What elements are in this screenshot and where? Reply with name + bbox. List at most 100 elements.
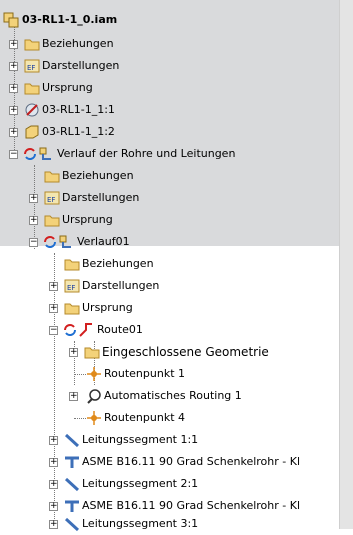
route-update-icon (44, 236, 56, 248)
expand-toggle[interactable]: + (49, 502, 58, 511)
item-label: Ursprung (82, 301, 133, 314)
collapse-toggle[interactable]: − (29, 238, 38, 247)
tree-item-ursprung-2[interactable]: + Ursprung (0, 209, 340, 231)
item-label: Leitungssegment 2:1 (82, 477, 199, 490)
tree-line (74, 374, 86, 375)
tree-item-beziehungen-3[interactable]: Beziehungen (0, 253, 340, 275)
route-point-icon (87, 367, 101, 381)
tree-item-ursprung-3[interactable]: + Ursprung (0, 297, 340, 319)
expand-toggle[interactable]: + (9, 40, 18, 49)
expand-toggle[interactable]: + (9, 62, 18, 71)
item-label: Darstellungen (82, 279, 160, 292)
item-label: 03-RL1-1_1:1 (42, 103, 115, 116)
tree-item-geometrie[interactable]: + Eingeschlossene Geometrie (0, 341, 340, 363)
pipe-segment-icon (64, 517, 80, 532)
item-label: Routenpunkt 4 (104, 411, 186, 424)
collapse-toggle[interactable]: − (9, 150, 18, 159)
tree-item-ursprung[interactable]: + Ursprung (0, 77, 340, 99)
tree-line (74, 418, 86, 419)
folder-icon (64, 303, 80, 315)
tree-item-beziehungen[interactable]: + Beziehungen (0, 33, 340, 55)
folder-icon (44, 215, 60, 227)
suppressed-part-icon (25, 103, 39, 117)
browser-tree: 03-RL1-1_0.iam + Beziehungen + EF Darste… (0, 0, 353, 532)
item-label: 03-RL1-1_1:2 (42, 125, 115, 138)
pipe-segment-icon (64, 477, 80, 492)
route-point-icon (87, 411, 101, 425)
expand-toggle[interactable]: + (29, 216, 38, 225)
tree-item-segment-2[interactable]: + Leitungssegment 2:1 (0, 473, 340, 495)
svg-text:EF: EF (27, 64, 35, 72)
tree-item-routenpunkt-4[interactable]: Routenpunkt 4 (0, 407, 340, 429)
item-label: ASME B16.11 90 Grad Schenkelrohr - Kl (82, 455, 301, 468)
folder-icon (44, 171, 60, 183)
expand-toggle[interactable]: + (49, 282, 58, 291)
tree-item-route01[interactable]: − Route01 (0, 319, 340, 341)
svg-text:EF: EF (47, 196, 55, 204)
folder-icon (24, 83, 40, 95)
expand-toggle[interactable]: + (49, 458, 58, 467)
route-icon (79, 323, 92, 337)
svg-text:EF: EF (67, 284, 75, 292)
tree-root[interactable]: 03-RL1-1_0.iam (0, 9, 340, 31)
tree-item-darstellungen-3[interactable]: + EF Darstellungen (0, 275, 340, 297)
item-label: Beziehungen (82, 257, 154, 270)
item-label: Leitungssegment 3:1 (82, 517, 199, 530)
expand-toggle[interactable]: + (9, 106, 18, 115)
tree-item-darstellungen[interactable]: + EF Darstellungen (0, 55, 340, 77)
representations-icon: EF (64, 279, 80, 293)
folder-icon (84, 347, 100, 359)
route-update-icon (24, 148, 36, 160)
tree-item-verlauf[interactable]: − Verlauf der Rohre und Leitungen (0, 143, 340, 165)
representations-icon: EF (24, 59, 40, 73)
item-label: Verlauf01 (77, 235, 130, 248)
fitting-icon (65, 456, 79, 468)
collapse-toggle[interactable]: − (49, 326, 58, 335)
piping-run-icon (39, 147, 51, 160)
expand-toggle[interactable]: + (9, 128, 18, 137)
item-label: Verlauf der Rohre und Leitungen (57, 147, 236, 160)
expand-toggle[interactable]: + (29, 194, 38, 203)
expand-toggle[interactable]: + (69, 348, 78, 357)
expand-toggle[interactable]: + (49, 436, 58, 445)
expand-toggle[interactable]: + (49, 480, 58, 489)
item-label: Ursprung (62, 213, 113, 226)
tree-item-part-1[interactable]: + 03-RL1-1_1:1 (0, 99, 340, 121)
tree-item-darstellungen-2[interactable]: + EF Darstellungen (0, 187, 340, 209)
item-label: Beziehungen (62, 169, 134, 182)
root-label: 03-RL1-1_0.iam (22, 13, 118, 26)
piping-run-icon (59, 235, 71, 248)
part-icon (25, 125, 39, 139)
expand-toggle[interactable]: + (9, 84, 18, 93)
route-update-icon (64, 324, 76, 336)
tree-item-routenpunkt-1[interactable]: Routenpunkt 1 (0, 363, 340, 385)
tree-item-segment-3[interactable]: + Leitungssegment 3:1 (0, 513, 340, 535)
item-label: Ursprung (42, 81, 93, 94)
item-label: Beziehungen (42, 37, 114, 50)
pipe-segment-icon (64, 433, 80, 448)
tree-item-beziehungen-2[interactable]: Beziehungen (0, 165, 340, 187)
item-label: Darstellungen (62, 191, 140, 204)
item-label: Eingeschlossene Geometrie (102, 345, 269, 359)
assembly-icon (3, 12, 19, 28)
folder-icon (24, 39, 40, 51)
auto-routing-icon (87, 389, 101, 404)
folder-icon (64, 259, 80, 271)
item-label: ASME B16.11 90 Grad Schenkelrohr - Kl (82, 499, 301, 512)
item-label: Automatisches Routing 1 (104, 389, 242, 402)
item-label: Route01 (97, 323, 143, 336)
fitting-icon (65, 500, 79, 512)
representations-icon: EF (44, 191, 60, 205)
tree-item-segment-1[interactable]: + Leitungssegment 1:1 (0, 429, 340, 451)
item-label: Routenpunkt 1 (104, 367, 186, 380)
expand-toggle[interactable]: + (69, 392, 78, 401)
tree-item-auto-routing[interactable]: + Automatisches Routing 1 (0, 385, 340, 407)
tree-item-fitting-1[interactable]: + ASME B16.11 90 Grad Schenkelrohr - Kl (0, 451, 340, 473)
expand-toggle[interactable]: + (49, 520, 58, 529)
item-label: Darstellungen (42, 59, 120, 72)
expand-toggle[interactable]: + (49, 304, 58, 313)
item-label: Leitungssegment 1:1 (82, 433, 199, 446)
tree-item-verlauf01[interactable]: − Verlauf01 (0, 231, 340, 253)
tree-item-part-2[interactable]: + 03-RL1-1_1:2 (0, 121, 340, 143)
vertical-scrollbar[interactable] (339, 0, 353, 529)
